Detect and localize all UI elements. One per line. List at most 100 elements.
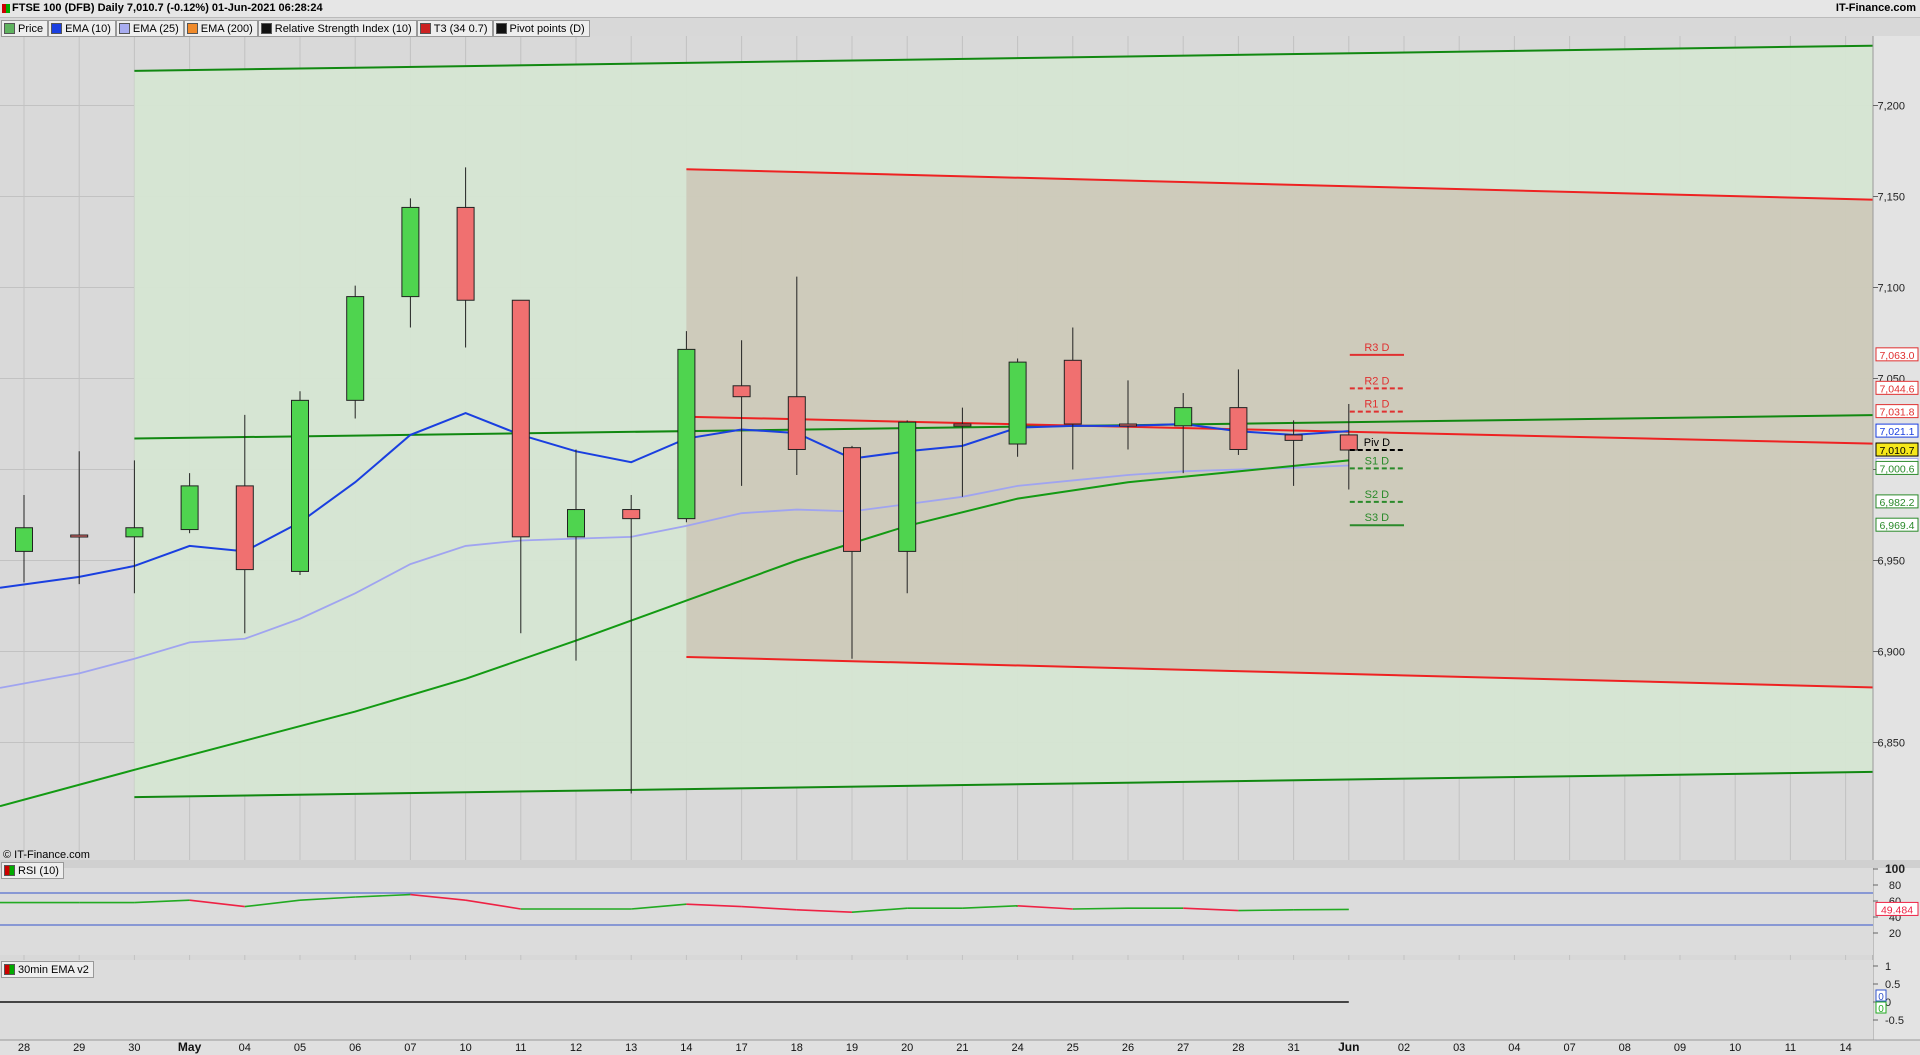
rsi-panel-label-text: RSI (10): [18, 864, 59, 877]
price-tag-text: 6,969.4: [1879, 520, 1914, 532]
legend-swatch: [495, 23, 507, 34]
price-tag-text: 7,031.8: [1879, 407, 1914, 419]
price-tag-text: 7,010.7: [1879, 445, 1914, 457]
legend-label: EMA (25): [132, 22, 179, 35]
legend-label: EMA (200): [200, 22, 253, 35]
y-tick-label: 7,200: [1877, 101, 1905, 113]
x-tick-label: 12: [570, 1042, 582, 1054]
pivot-label: R2 D: [1364, 375, 1389, 387]
candle-body: [15, 527, 33, 552]
candle-body: [1008, 361, 1027, 445]
x-tick-label: 08: [1619, 1042, 1631, 1054]
candle-body: [180, 485, 199, 531]
x-tick-label: 07: [404, 1042, 416, 1054]
legend-item[interactable]: EMA (25): [115, 20, 184, 37]
legend-item[interactable]: T3 (34 0.7): [416, 20, 493, 37]
rsi-value-text: 49.484: [1881, 904, 1913, 916]
pivot-label: R3 D: [1364, 342, 1389, 354]
x-tick-label: 28: [1232, 1042, 1244, 1054]
x-tick-label: 14: [1839, 1042, 1851, 1054]
rsi-panel-label[interactable]: RSI (10): [1, 862, 64, 879]
legend-label: Pivot points (D): [509, 22, 585, 35]
x-tick-label: 25: [1067, 1042, 1079, 1054]
rsi-swatch: [4, 865, 15, 876]
legend-item[interactable]: Pivot points (D): [492, 20, 590, 37]
x-tick-label: 02: [1398, 1042, 1410, 1054]
legend-swatch: [4, 23, 15, 34]
pivot-label: S1 D: [1365, 455, 1390, 467]
rsi-segment: [1238, 909, 1294, 912]
x-tick-label: 09: [1674, 1042, 1686, 1054]
panel-separator: [0, 860, 1920, 868]
x-tick-label: Jun: [1338, 1040, 1359, 1054]
ema-tick-label: 0.5: [1885, 979, 1900, 991]
candle-body: [1063, 359, 1082, 425]
price-tag-text: 7,021.1: [1879, 426, 1914, 438]
chart-type-icon[interactable]: [2, 4, 10, 13]
chart-title: FTSE 100 (DFB) Daily 7,010.7 (-0.12%) 01…: [12, 2, 323, 14]
ema-panel-swatch: [4, 964, 15, 975]
legend-item[interactable]: Relative Strength Index (10): [257, 20, 417, 37]
legend-item[interactable]: EMA (10): [48, 20, 116, 37]
legend-label: Relative Strength Index (10): [274, 22, 412, 35]
legend-swatch: [260, 23, 272, 34]
candle-body: [125, 527, 144, 538]
price-tag-text: 7,044.6: [1879, 383, 1914, 395]
x-tick-label: 06: [349, 1042, 361, 1054]
ema-panel-label[interactable]: 30min EMA v2: [1, 961, 94, 978]
ema-panel-bg: [0, 960, 1873, 1040]
x-tick-label: 05: [294, 1042, 306, 1054]
x-tick-label: 13: [625, 1042, 637, 1054]
x-tick-label: 04: [239, 1042, 251, 1054]
candle-body: [843, 447, 861, 552]
x-tick-label: 14: [680, 1042, 692, 1054]
pivot-label: S3 D: [1365, 512, 1390, 524]
x-tick-label: 28: [18, 1042, 30, 1054]
chart-canvas: R3 D R2 D R1 D Piv D S1 D S2 D S3 D 7,200 7,150 7…: [0, 36, 1920, 1055]
copyright: © IT-Finance.com: [3, 849, 90, 861]
ema-tick-label: -0.5: [1885, 1015, 1904, 1027]
y-tick-label: 6,850: [1877, 738, 1905, 750]
legend-item[interactable]: EMA (200): [183, 20, 258, 37]
x-tick-label: 27: [1177, 1042, 1189, 1054]
x-tick-label: 18: [791, 1042, 803, 1054]
pivot-label: S2 D: [1365, 489, 1390, 501]
candle-body: [567, 509, 585, 538]
legend-swatch: [186, 23, 198, 34]
candle-body: [622, 509, 641, 520]
candle-body: [291, 399, 309, 572]
x-tick-label: 10: [1729, 1042, 1741, 1054]
legend-swatch: [118, 23, 130, 34]
x-tick-label: 11: [515, 1042, 526, 1054]
pivot-label: Piv D: [1364, 437, 1390, 449]
x-tick-label: 29: [73, 1042, 85, 1054]
candle-body: [787, 396, 806, 450]
x-tick-label: 24: [1011, 1042, 1023, 1054]
x-tick-label: 07: [1563, 1042, 1575, 1054]
legend-label: Price: [18, 22, 44, 35]
candle-body: [898, 421, 917, 552]
x-tick-label: 10: [459, 1042, 471, 1054]
legend-swatch: [51, 23, 63, 34]
legend: Price EMA (10) EMA (25) EMA (200) Relative S…: [1, 20, 590, 37]
x-tick-label: 31: [1287, 1042, 1299, 1054]
x-tick-label: 17: [735, 1042, 747, 1054]
x-tick-label: 03: [1453, 1042, 1465, 1054]
candle-body: [456, 206, 475, 301]
candle-body: [1229, 407, 1248, 450]
pivot-label: R1 D: [1364, 399, 1389, 411]
candle-body: [1174, 407, 1193, 427]
y-tick-label: 7,150: [1877, 192, 1905, 204]
candle-body: [732, 385, 751, 398]
candle-body: [1284, 434, 1303, 441]
legend-item[interactable]: Price: [1, 20, 49, 37]
brand-name[interactable]: IT-Finance.com: [1836, 0, 1916, 17]
candle-body: [346, 296, 365, 401]
candle-body: [511, 299, 530, 538]
legend-swatch: [419, 23, 431, 34]
x-tick-label: May: [178, 1040, 202, 1054]
x-tick-label: 30: [128, 1042, 140, 1054]
rsi-panel-bg: [0, 868, 1873, 955]
x-tick-label: 20: [901, 1042, 913, 1054]
y-tick-label: 6,900: [1877, 647, 1905, 659]
